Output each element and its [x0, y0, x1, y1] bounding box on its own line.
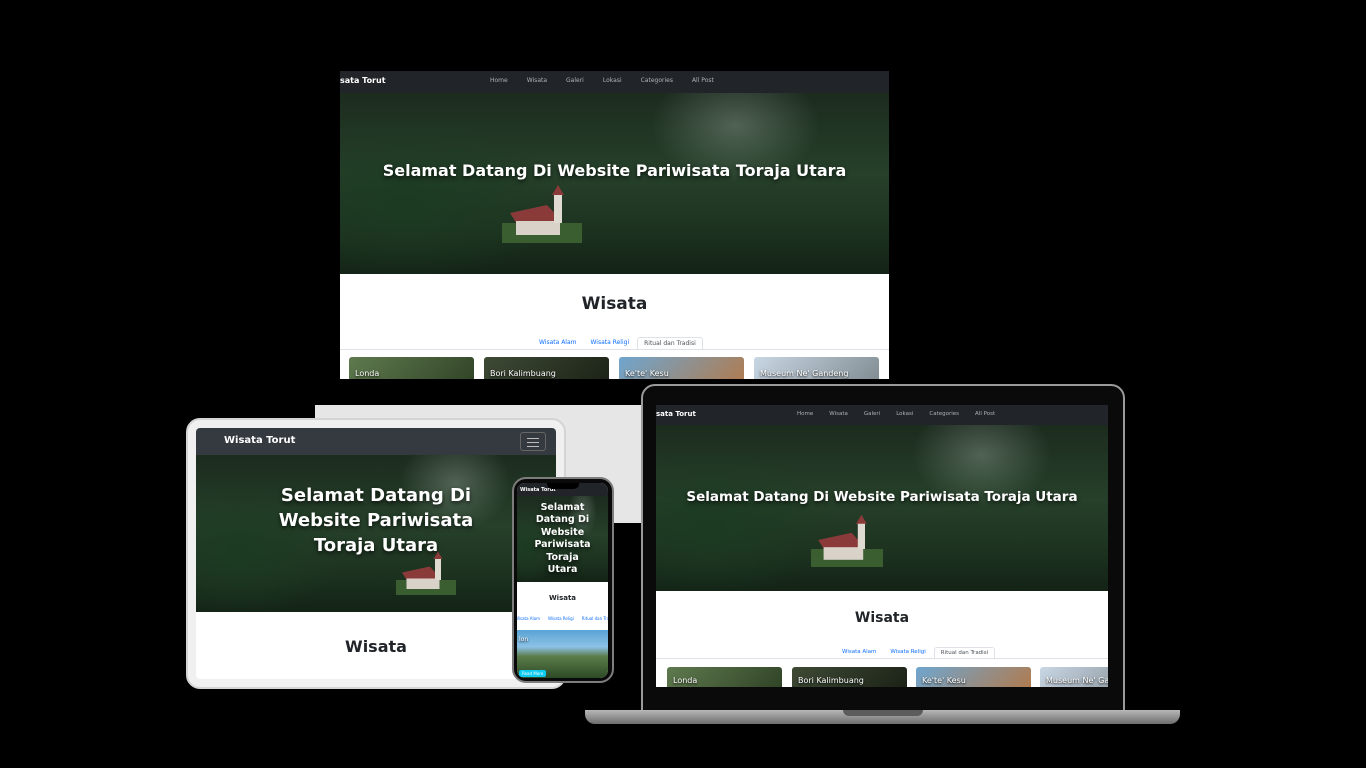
- nav-all-post[interactable]: All Post: [692, 77, 714, 84]
- hero-banner: Selamat Datang Di Website Pariwisata Tor…: [656, 425, 1108, 591]
- navbar-brand[interactable]: sata Torut: [656, 410, 696, 418]
- hero-banner: Selamat Datang Di Website Pariwisata Tor…: [340, 93, 889, 274]
- church-image: [502, 185, 582, 243]
- tabs-divider: [656, 658, 1108, 659]
- church-image: [396, 551, 456, 595]
- nav-categories[interactable]: Categories: [641, 77, 673, 84]
- hero-title: Selamat Datang Di Website Pariwisata Tor…: [686, 489, 1078, 505]
- card-title: Ke'te' Kesu: [922, 676, 966, 685]
- desktop-navbar: sata Torut Home Wisata Galeri Lokasi Cat…: [340, 71, 889, 93]
- tablet-navbar: Wisata Torut: [196, 428, 556, 455]
- read-more-button[interactable]: Read More: [519, 670, 547, 677]
- hero-banner: Selamat Datang Di Website Pariwisata Tor…: [517, 496, 608, 582]
- section-title-wisata: Wisata: [854, 610, 910, 626]
- nav-categories[interactable]: Categories: [929, 411, 959, 417]
- tabs-divider: [340, 349, 889, 350]
- card-museum[interactable]: Museum Ne' Gandeng: [754, 357, 879, 379]
- section-title-wisata: Wisata: [548, 594, 577, 602]
- card-title: lon: [519, 636, 529, 643]
- phone-screen: Wisata Torut Selamat Datang Di Website P…: [517, 483, 608, 678]
- card-londa[interactable]: Londa: [349, 357, 474, 379]
- nav-lokasi[interactable]: Lokasi: [896, 411, 913, 417]
- nav-wisata[interactable]: Wisata: [527, 77, 547, 84]
- laptop-notch: [843, 710, 923, 716]
- section-title-wisata: Wisata: [345, 637, 407, 656]
- phone-notch: [547, 483, 579, 489]
- navbar-menu: Home Wisata Galeri Lokasi Categories All…: [490, 77, 714, 84]
- tab-wisata-religi[interactable]: Wisata Religi: [548, 615, 574, 623]
- card-museum[interactable]: Museum Ne' Gandeng: [1040, 667, 1108, 687]
- card-bori-kalimbuang[interactable]: Bori Kalimbuang: [792, 667, 907, 687]
- card-title: Museum Ne' Gandeng: [1046, 676, 1108, 685]
- nav-galeri[interactable]: Galeri: [566, 77, 584, 84]
- category-tabs: Wisata Alam Wisata Religi Ritual dan Tra…: [517, 615, 608, 623]
- nav-galeri[interactable]: Galeri: [864, 411, 880, 417]
- nav-lokasi[interactable]: Lokasi: [603, 77, 622, 84]
- card-title: Museum Ne' Gandeng: [760, 369, 849, 378]
- navbar-brand[interactable]: Wisata Torut: [224, 435, 295, 446]
- hero-banner: Selamat Datang Di Website Pariwisata Tor…: [196, 455, 556, 612]
- hero-title: Selamat Datang Di Website Pariwisata Tor…: [534, 502, 591, 576]
- card-bori-kalimbuang[interactable]: Bori Kalimbuang: [484, 357, 609, 379]
- nav-home[interactable]: Home: [797, 411, 813, 417]
- hero-title: Selamat Datang Di Website Pariwisata Tor…: [382, 161, 847, 180]
- card-title: Ke'te' Kesu: [625, 369, 669, 378]
- laptop-navbar: sata Torut Home Wisata Galeri Lokasi Cat…: [656, 405, 1108, 425]
- hamburger-icon[interactable]: [520, 432, 546, 451]
- card-kete-kesu[interactable]: Ke'te' Kesu: [619, 357, 744, 379]
- desktop-screen: sata Torut Home Wisata Galeri Lokasi Cat…: [340, 71, 889, 379]
- card-title: Bori Kalimbuang: [798, 676, 864, 685]
- tab-ritual-tradisi[interactable]: Ritual dan Tradisi: [582, 615, 608, 623]
- hero-title: Selamat Datang Di Website Pariwisata Tor…: [278, 485, 474, 556]
- navbar-menu: Home Wisata Galeri Lokasi Categories All…: [797, 411, 995, 417]
- card-title: Londa: [673, 676, 698, 685]
- card-title: Londa: [355, 369, 380, 378]
- navbar-brand[interactable]: sata Torut: [340, 76, 386, 85]
- section-title-wisata: Wisata: [581, 294, 648, 314]
- church-image: [811, 514, 883, 567]
- laptop-screen: sata Torut Home Wisata Galeri Lokasi Cat…: [656, 405, 1108, 687]
- tablet-screen: Wisata Torut Selamat Datang Di Website P…: [196, 428, 556, 679]
- card-londa[interactable]: lon Read More: [517, 630, 608, 678]
- card-kete-kesu[interactable]: Ke'te' Kesu: [916, 667, 1031, 687]
- nav-home[interactable]: Home: [490, 77, 508, 84]
- nav-all-post[interactable]: All Post: [975, 411, 995, 417]
- tab-wisata-alam[interactable]: Wisata Alam: [517, 615, 540, 623]
- nav-wisata[interactable]: Wisata: [829, 411, 848, 417]
- card-title: Bori Kalimbuang: [490, 369, 556, 378]
- card-londa[interactable]: Londa: [667, 667, 782, 687]
